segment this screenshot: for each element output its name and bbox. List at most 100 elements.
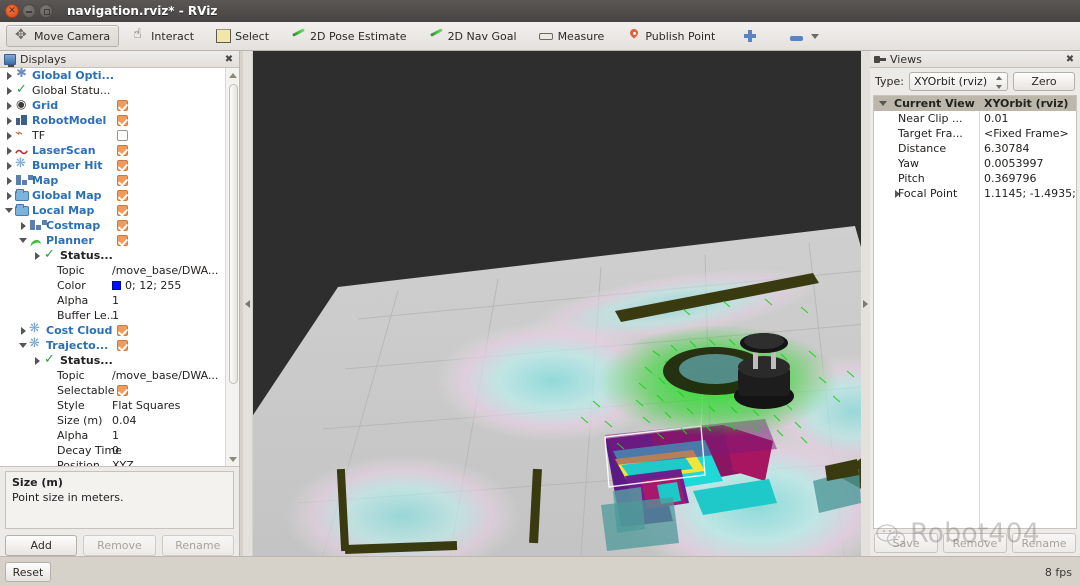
expand-arrow-closed-icon[interactable] [32, 248, 43, 263]
remove-view-button[interactable]: Remove [943, 533, 1007, 553]
left-splitter-handle[interactable] [243, 51, 252, 556]
remove-button[interactable]: Remove [83, 535, 156, 556]
view-property-value[interactable]: 6.30784 [984, 142, 1030, 155]
rename-button[interactable]: Rename [161, 535, 234, 556]
rename-view-button[interactable]: Rename [1012, 533, 1076, 553]
display-enable-checkbox[interactable] [117, 205, 128, 216]
expand-arrow-closed-icon[interactable] [4, 128, 15, 143]
display-tree-value[interactable]: 0.04 [112, 414, 137, 427]
tool-measure[interactable]: Measure [530, 25, 614, 47]
display-enable-checkbox[interactable] [117, 145, 128, 156]
views-tree[interactable]: Current View XYOrbit (rviz) Near Clip ... 0… [874, 96, 1076, 201]
display-tree-row[interactable]: Alpha 1 [0, 293, 225, 308]
display-enable-checkbox[interactable] [117, 100, 128, 111]
expand-arrow-open-icon[interactable] [18, 338, 29, 353]
display-tree-row[interactable]: Global Opti... [0, 68, 225, 83]
display-tree-row[interactable]: Trajecto... [0, 336, 225, 353]
display-tree-row[interactable]: Decay Time 0 [0, 443, 225, 458]
expand-arrow-closed-icon[interactable] [32, 353, 43, 368]
view-property-row[interactable]: Near Clip ... 0.01 [874, 111, 1076, 126]
expand-arrow-closed-icon[interactable] [4, 98, 15, 113]
spinner-arrows-icon[interactable] [996, 76, 1003, 89]
view-property-row[interactable]: Target Fra... <Fixed Frame> [874, 126, 1076, 141]
display-tree-row[interactable]: Grid [0, 97, 225, 113]
view-property-row[interactable]: Focal Point 1.1145; -1.4935; 0 [874, 186, 1076, 201]
right-splitter-handle[interactable] [861, 51, 870, 556]
close-icon[interactable]: ✖ [223, 53, 235, 65]
display-tree-row[interactable]: Selectable [0, 383, 225, 398]
display-tree-value[interactable]: /move_base/DWA... [112, 369, 218, 382]
display-tree-row[interactable]: Local Map [0, 203, 225, 218]
expand-arrow-open-icon[interactable] [4, 203, 15, 218]
expand-arrow-closed-icon[interactable] [18, 323, 29, 338]
tool-2d-pose-estimate[interactable]: 2D Pose Estimate [282, 25, 416, 47]
view-property-row[interactable]: Pitch 0.369796 [874, 171, 1076, 186]
expand-arrow-closed-icon[interactable] [4, 83, 15, 98]
view-property-value[interactable]: 0.01 [984, 112, 1009, 125]
save-view-button[interactable]: Save [874, 533, 938, 553]
expand-arrow-closed-icon[interactable] [4, 143, 15, 158]
display-tree-row[interactable]: Topic/move_base/DWA... [0, 368, 225, 383]
display-tree-value[interactable]: 1 [112, 294, 119, 307]
tool-move-camera[interactable]: Move Camera [6, 25, 120, 47]
display-tree-value[interactable]: 1 [112, 309, 119, 322]
expand-arrow-closed-icon[interactable] [4, 173, 15, 188]
view-property-value[interactable]: 0.369796 [984, 172, 1037, 185]
view-property-row[interactable]: Current View XYOrbit (rviz) [874, 96, 1076, 111]
display-tree-row[interactable]: Bumper Hit [0, 156, 225, 173]
display-tree-row[interactable]: Status... [0, 247, 225, 263]
scroll-up-icon[interactable] [228, 70, 238, 80]
render-viewport[interactable] [253, 51, 861, 556]
display-tree-value[interactable]: 0 [112, 444, 119, 457]
add-button[interactable]: Add [5, 535, 78, 556]
tool-2d-nav-goal[interactable]: 2D Nav Goal [420, 25, 526, 47]
close-icon[interactable]: ✖ [1064, 53, 1076, 65]
view-property-value[interactable]: <Fixed Frame> [984, 127, 1069, 140]
maximize-button[interactable] [39, 4, 53, 18]
view-property-row[interactable]: Distance 6.30784 [874, 141, 1076, 156]
display-tree-row[interactable]: TF [0, 126, 225, 143]
views-tree-container[interactable]: Current View XYOrbit (rviz) Near Clip ... 0… [873, 95, 1077, 529]
view-property-value[interactable]: XYOrbit (rviz) [984, 97, 1068, 110]
view-type-select[interactable]: XYOrbit (rviz) [908, 72, 1008, 91]
add-tool-button[interactable] [734, 25, 767, 47]
collapse-left-icon[interactable] [245, 299, 250, 308]
display-tree-row[interactable]: Global Statu... [0, 82, 225, 98]
display-tree-row[interactable]: Status... [0, 352, 225, 368]
display-tree-row[interactable]: RobotModel [0, 113, 225, 128]
display-enable-checkbox[interactable] [117, 220, 128, 231]
display-enable-checkbox[interactable] [117, 175, 128, 186]
display-enable-checkbox[interactable] [117, 190, 128, 201]
display-enable-checkbox[interactable] [117, 340, 128, 351]
view-property-value[interactable]: 1.1145; -1.4935; 0 [984, 187, 1076, 200]
toolbar-overflow-button[interactable] [781, 25, 828, 47]
display-tree-row[interactable]: LaserScan [0, 142, 225, 161]
display-tree-row[interactable]: Position ... XYZ [0, 458, 225, 466]
expand-arrow-closed-icon[interactable] [4, 188, 15, 203]
display-tree-row[interactable]: Planner [0, 233, 225, 248]
display-enable-checkbox[interactable] [117, 130, 128, 141]
close-button[interactable]: ✕ [5, 4, 19, 18]
display-tree-row[interactable]: Costmap [0, 218, 225, 233]
tool-interact[interactable]: Interact [123, 25, 203, 47]
scrollbar-thumb[interactable] [229, 84, 238, 384]
display-enable-checkbox[interactable] [117, 115, 128, 126]
tool-select[interactable]: Select [207, 25, 278, 47]
displays-scrollbar[interactable] [225, 68, 239, 466]
minimize-button[interactable] [22, 4, 36, 18]
display-tree-row[interactable]: Global Map [0, 188, 225, 203]
display-tree-row[interactable]: Topic/move_base/DWA... [0, 263, 225, 278]
display-enable-checkbox[interactable] [117, 325, 128, 336]
display-tree-row[interactable]: Color 0; 12; 255 [0, 278, 225, 293]
display-tree-value[interactable]: Flat Squares [112, 399, 180, 412]
collapse-right-icon[interactable] [863, 299, 868, 308]
tool-publish-point[interactable]: Publish Point [617, 25, 724, 47]
display-tree-row[interactable]: Size (m) 0.04 [0, 413, 225, 428]
display-enable-checkbox[interactable] [117, 235, 128, 246]
scroll-down-icon[interactable] [228, 454, 238, 464]
expand-arrow-closed-icon[interactable] [4, 113, 15, 128]
expand-arrow-closed-icon[interactable] [4, 68, 15, 83]
zero-button[interactable]: Zero [1013, 72, 1075, 91]
expand-arrow-closed-icon[interactable] [4, 158, 15, 173]
display-tree-row[interactable]: Alpha 1 [0, 428, 225, 443]
